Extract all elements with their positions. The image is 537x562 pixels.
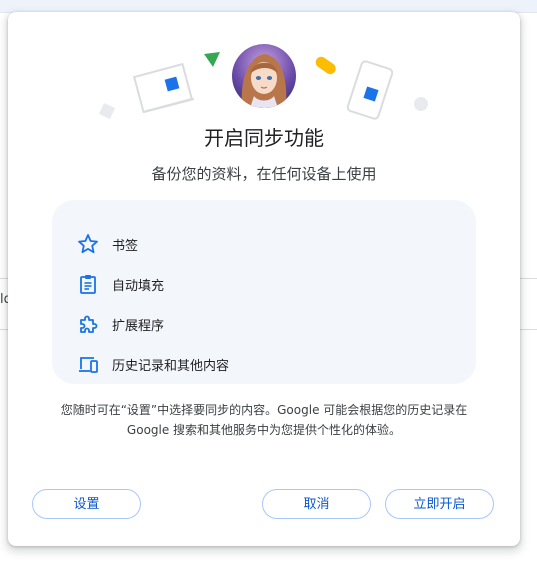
sync-features-panel: 书签 自动填充 扩展程序 历史记录和其他内容	[52, 200, 476, 384]
feature-autofill: 自动填充	[76, 272, 164, 296]
dialog-title: 开启同步功能	[204, 126, 324, 150]
phone-illustration-icon	[346, 60, 394, 120]
green-triangle-shape	[204, 52, 220, 67]
feature-bookmarks: 书签	[76, 232, 138, 256]
settings-button[interactable]: 设置	[32, 489, 141, 519]
cancel-button[interactable]: 取消	[262, 489, 371, 519]
avatar	[232, 44, 296, 108]
feature-label: 历史记录和其他内容	[112, 358, 230, 374]
devices-icon	[79, 357, 98, 373]
clipboard-icon	[80, 275, 96, 294]
avatar-image	[232, 44, 296, 108]
laptop-illustration-icon	[132, 62, 195, 114]
feature-label: 书签	[112, 238, 139, 254]
feature-history: 历史记录和其他内容	[76, 352, 229, 376]
feature-extensions: 扩展程序	[76, 312, 164, 336]
turn-on-sync-button[interactable]: 立即开启	[385, 489, 494, 519]
sync-dialog: 开启同步功能 备份您的资料，在任何设备上使用 书签 自动填充 扩展程序 历史记录…	[8, 12, 520, 546]
note-line: Google 搜索和其他服务中为您提供个性化的体验。	[126, 423, 402, 437]
puzzle-icon	[80, 315, 98, 333]
dialog-subtitle: 备份您的资料，在任何设备上使用	[151, 165, 377, 183]
yellow-pill-shape	[315, 56, 336, 75]
grey-diamond-shape	[99, 103, 115, 119]
note-line: 您随时可在“设置”中选择要同步的内容。Google 可能会根据您的历史记录在	[60, 403, 468, 417]
feature-label: 自动填充	[112, 278, 165, 294]
grey-dot-shape	[414, 97, 428, 111]
sync-note: 您随时可在“设置”中选择要同步的内容。Google 可能会根据您的历史记录在 G…	[48, 400, 480, 440]
feature-label: 扩展程序	[112, 318, 165, 334]
star-icon	[78, 234, 98, 254]
